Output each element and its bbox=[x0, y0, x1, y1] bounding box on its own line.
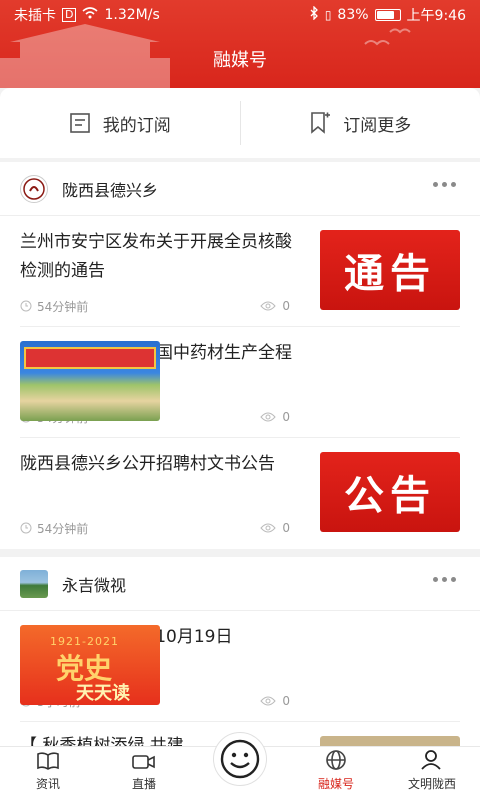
article-views: 0 bbox=[282, 410, 290, 424]
source-name: 陇西县德兴乡 bbox=[62, 180, 159, 200]
clock-icon bbox=[20, 522, 32, 534]
tab-news-label: 资讯 bbox=[35, 777, 60, 791]
globe-icon bbox=[326, 750, 346, 770]
thumbnail-text: 通告 bbox=[344, 250, 436, 297]
battery-icon bbox=[374, 9, 401, 21]
network-speed: 1.32M/s bbox=[104, 7, 160, 23]
app-header: 未插卡 D 1.32M/s ▯ 83% 上午9:46 融媒号 bbox=[0, 0, 480, 88]
article-views: 0 bbox=[282, 299, 290, 313]
source-avatar bbox=[20, 174, 48, 203]
subscribe-more-label: 订阅更多 bbox=[343, 115, 412, 136]
my-subscriptions-label: 我的订阅 bbox=[102, 115, 171, 136]
article-thumbnail: 公告 bbox=[320, 452, 460, 532]
subscribe-more-button[interactable]: 订阅更多 bbox=[241, 88, 480, 158]
eye-icon bbox=[260, 412, 277, 422]
article-meta: 54分钟前 0 bbox=[20, 296, 300, 316]
article-views: 0 bbox=[282, 521, 290, 535]
sim-icon: D bbox=[62, 8, 77, 22]
vibrate-icon: ▯ bbox=[324, 8, 332, 22]
bookmark-add-icon bbox=[311, 112, 331, 134]
eye-icon bbox=[260, 301, 277, 311]
subscription-bar: 我的订阅 订阅更多 bbox=[0, 88, 480, 158]
article-thumbnail: 通告 bbox=[320, 230, 460, 310]
source-name: 永吉微视 bbox=[62, 575, 127, 595]
source-card: 陇西县德兴乡 兰州市安宁区发布关于开展全员核酸检测的通告 54分钟前 0 通告 … bbox=[0, 162, 480, 549]
book-icon bbox=[37, 752, 59, 770]
article-views: 0 bbox=[282, 694, 290, 708]
source-avatar bbox=[20, 569, 48, 598]
article-item[interactable]: 陇西县德兴乡公开招聘村文书公告 54分钟前 0 公告 bbox=[20, 438, 460, 549]
clock: 上午9:46 bbox=[406, 8, 466, 24]
bluetooth-icon bbox=[309, 5, 319, 24]
tab-civil[interactable]: 文明陇西 bbox=[384, 747, 480, 800]
source-card: 永吉微视 党史百年天天读 · 10月19日 5小时前 0 1921-2021 党… bbox=[0, 557, 480, 746]
thumbnail-small-text: 天天读 bbox=[76, 683, 130, 704]
tab-media-label: 融媒号 bbox=[317, 777, 354, 791]
source-header[interactable]: 永吉微视 bbox=[0, 557, 480, 611]
smiley-center-button[interactable] bbox=[213, 732, 267, 786]
article-item[interactable]: 农机地头展——全国中药材生产全程机械化推进大会… 54分钟前 0 bbox=[20, 327, 460, 438]
article-item[interactable]: 党史百年天天读 · 10月19日 5小时前 0 1921-2021 党史 天天读 bbox=[20, 611, 460, 722]
article-thumbnail: 1921-2021 党史 天天读 bbox=[20, 625, 160, 705]
more-icon[interactable] bbox=[433, 577, 456, 582]
subscription-list-icon bbox=[69, 113, 90, 133]
more-icon[interactable] bbox=[433, 182, 456, 187]
article-thumbnail bbox=[320, 736, 460, 746]
eye-icon bbox=[260, 696, 277, 706]
article-meta: 54分钟前 0 bbox=[20, 518, 300, 538]
clock-icon bbox=[20, 300, 32, 312]
article-item[interactable]: 兰州市安宁区发布关于开展全员核酸检测的通告 54分钟前 0 通告 bbox=[20, 216, 460, 327]
battery-percent: 83% bbox=[337, 7, 369, 23]
smiley-icon bbox=[220, 739, 260, 779]
tab-media[interactable]: 融媒号 bbox=[288, 747, 384, 800]
article-title: 陇西县德兴乡公开招聘村文书公告 bbox=[20, 454, 275, 474]
feed[interactable]: 陇西县德兴乡 兰州市安宁区发布关于开展全员核酸检测的通告 54分钟前 0 通告 … bbox=[0, 162, 480, 746]
video-camera-icon bbox=[132, 755, 155, 769]
my-subscriptions-button[interactable]: 我的订阅 bbox=[0, 88, 240, 158]
photo-banner bbox=[24, 347, 156, 369]
article-time: 54分钟前 bbox=[37, 521, 89, 536]
article-title: 兰州市安宁区发布关于开展全员核酸检测的通告 bbox=[20, 232, 292, 281]
article-thumbnail bbox=[20, 341, 160, 421]
status-bar: 未插卡 D 1.32M/s ▯ 83% 上午9:46 bbox=[0, 0, 480, 28]
source-header[interactable]: 陇西县德兴乡 bbox=[0, 162, 480, 216]
article-time: 54分钟前 bbox=[37, 299, 89, 314]
carrier-label: 未插卡 bbox=[14, 8, 56, 24]
wifi-icon bbox=[82, 7, 99, 23]
tab-news[interactable]: 资讯 bbox=[0, 747, 96, 800]
person-icon bbox=[421, 750, 441, 770]
page-title: 融媒号 bbox=[213, 50, 267, 71]
eye-icon bbox=[260, 523, 277, 533]
thumbnail-text: 公告 bbox=[344, 472, 436, 519]
tab-civil-label: 文明陇西 bbox=[407, 777, 456, 791]
tab-live-label: 直播 bbox=[131, 777, 156, 791]
tab-live[interactable]: 直播 bbox=[96, 747, 192, 800]
